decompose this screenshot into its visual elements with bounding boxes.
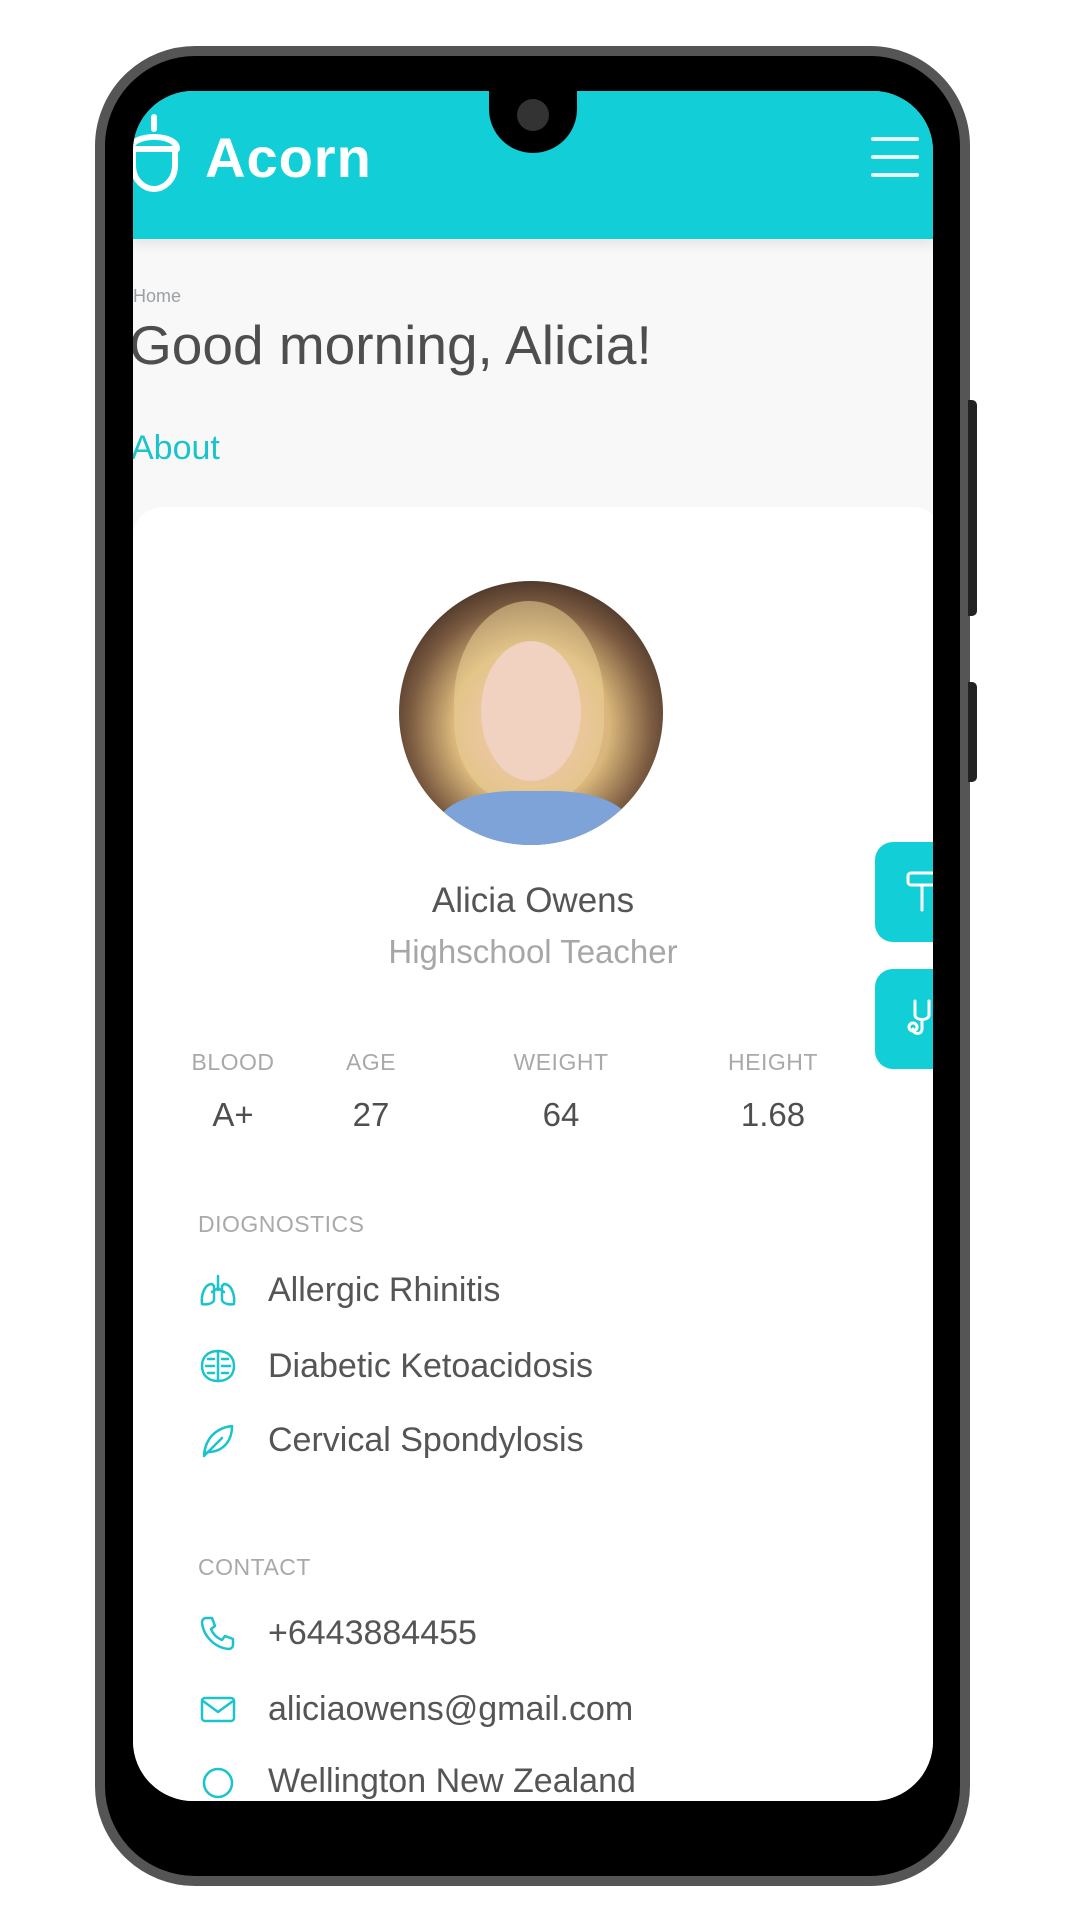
- leaf-icon: [202, 1424, 234, 1458]
- avatar: [399, 581, 663, 845]
- lungs-icon: [200, 1274, 236, 1306]
- breadcrumb[interactable]: Home: [133, 286, 181, 307]
- profile-name: Alicia Owens: [431, 881, 635, 920]
- stat-value: 27: [352, 1096, 390, 1133]
- contact-email: aliciaowens@gmail.com: [268, 1689, 634, 1728]
- contact-item[interactable]: +6443884455: [198, 1609, 477, 1657]
- contact-phone: +6443884455: [268, 1613, 477, 1652]
- paint-roller-icon: [906, 871, 933, 912]
- stat-label: AGE: [345, 1049, 397, 1075]
- volume-button: [968, 400, 977, 616]
- diagnostic-item[interactable]: Cervical Spondylosis: [198, 1416, 584, 1464]
- email-icon: [200, 1696, 236, 1723]
- settings-fab[interactable]: [875, 842, 933, 942]
- stat-value: 1.68: [740, 1096, 806, 1133]
- stat-label: HEIGHT: [728, 1049, 818, 1075]
- stat-weight: WEIGHT 64: [481, 1049, 641, 1134]
- contact-heading: CONTACT: [198, 1554, 311, 1580]
- acorn-logo-icon: [133, 114, 180, 193]
- app-screen: Acorn Home Good morning, Alicia! About A…: [133, 91, 933, 1801]
- power-button: [968, 682, 977, 782]
- diagnostic-item[interactable]: Diabetic Ketoacidosis: [198, 1342, 593, 1390]
- about-link[interactable]: About: [133, 429, 220, 468]
- stat-label: WEIGHT: [513, 1049, 609, 1075]
- phone-icon: [200, 1616, 235, 1651]
- stat-value: 64: [542, 1096, 580, 1133]
- stat-blood: BLOOD A+: [153, 1049, 313, 1134]
- diagnostic-label: Cervical Spondylosis: [268, 1420, 584, 1459]
- stethoscope-icon: [907, 999, 931, 1035]
- pin-icon: [202, 1767, 234, 1799]
- stat-age: AGE 27: [291, 1049, 451, 1134]
- brain-icon: [200, 1349, 236, 1383]
- stat-label: BLOOD: [191, 1049, 275, 1075]
- diagnostic-label: Allergic Rhinitis: [268, 1270, 501, 1309]
- brand-name[interactable]: Acorn: [205, 125, 372, 190]
- contact-item[interactable]: aliciaowens@gmail.com: [198, 1685, 633, 1733]
- contact-location: Wellington New Zealand: [268, 1761, 636, 1800]
- stat-value: A+: [212, 1096, 254, 1133]
- page-title: Good morning, Alicia!: [133, 314, 652, 376]
- profile-role: Highschool Teacher: [388, 933, 678, 970]
- theme-fab[interactable]: [875, 969, 933, 1069]
- diagnostic-label: Diabetic Ketoacidosis: [268, 1346, 594, 1385]
- stat-height: HEIGHT 1.68: [693, 1049, 853, 1134]
- diagnostics-heading: DIOGNOSTICS: [198, 1211, 365, 1237]
- diagnostic-item[interactable]: Allergic Rhinitis: [198, 1266, 500, 1314]
- hamburger-menu-icon[interactable]: [871, 137, 919, 181]
- contact-item[interactable]: Wellington New Zealand: [198, 1757, 636, 1801]
